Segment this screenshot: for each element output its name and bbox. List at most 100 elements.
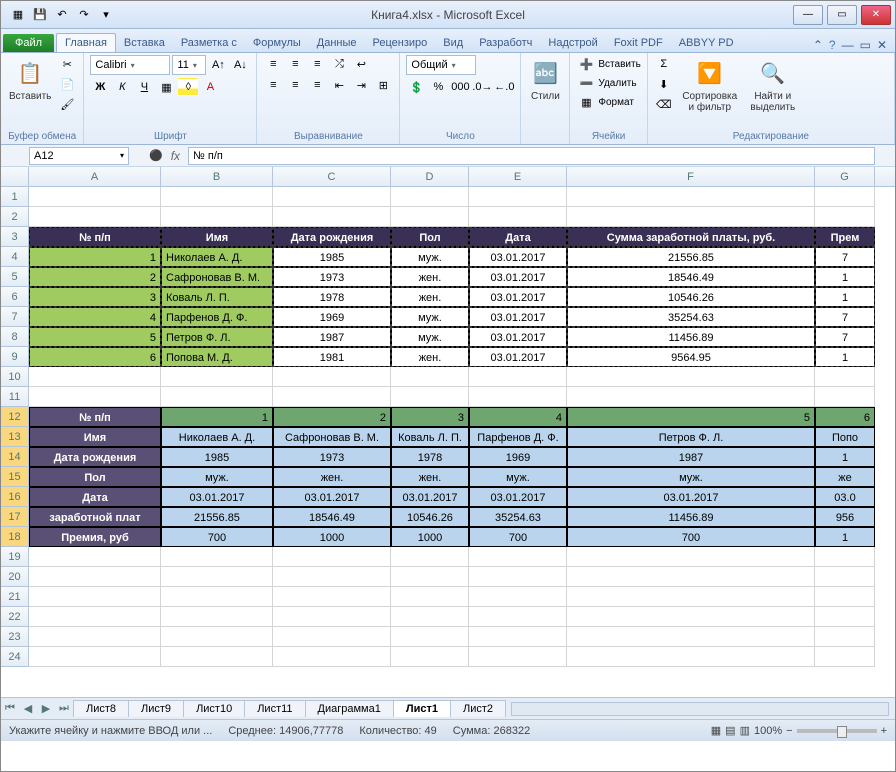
table-cell[interactable]: 3 [29,287,161,307]
col-header[interactable]: E [469,167,567,186]
cell[interactable] [161,187,273,207]
table-cell[interactable]: 1969 [273,307,391,327]
table-cell[interactable]: 1969 [469,447,567,467]
table-cell[interactable]: муж. [567,467,815,487]
table-cell[interactable]: 7 [815,307,875,327]
clear-button[interactable]: ⌫ [654,95,674,113]
cell[interactable] [273,607,391,627]
increase-decimal-button[interactable]: .0→ [472,78,492,96]
name-box[interactable]: A12 [29,147,129,165]
table-cell[interactable]: 5 [29,327,161,347]
table-cell[interactable]: 1 [815,447,875,467]
row-header[interactable]: 22 [1,607,29,627]
window-restore-icon[interactable]: ▭ [860,38,871,52]
table-cell[interactable]: 1 [815,287,875,307]
cell[interactable] [391,587,469,607]
window-min-icon[interactable]: — [842,38,854,52]
find-select-button[interactable]: 🔍 Найти и выделить [746,55,800,115]
table-cell[interactable]: 1987 [273,327,391,347]
tab-view[interactable]: Вид [435,34,471,52]
zoom-level[interactable]: 100% [754,725,782,737]
table-row-header[interactable]: Пол [29,467,161,487]
table-cell[interactable]: 1000 [273,527,391,547]
paste-button[interactable]: 📋 Вставить [7,55,53,104]
tab-addins[interactable]: Надстрой [540,34,605,52]
row-header[interactable]: 12 [1,407,29,427]
cell[interactable] [161,567,273,587]
row-header[interactable]: 23 [1,627,29,647]
wrap-text-button[interactable]: ↩ [351,55,371,73]
table-cell[interactable]: 3 [391,407,469,427]
table-cell[interactable]: муж. [161,467,273,487]
cell[interactable] [815,567,875,587]
table-cell[interactable]: 35254.63 [567,307,815,327]
table-cell[interactable]: 1981 [273,347,391,367]
table-cell[interactable]: Попо [815,427,875,447]
cell[interactable] [469,587,567,607]
cell[interactable] [815,387,875,407]
table-cell[interactable]: 03.0 [815,487,875,507]
row-header[interactable]: 10 [1,367,29,387]
table-cell[interactable]: 4 [469,407,567,427]
table-cell[interactable]: Парфенов Д. Ф. [161,307,273,327]
tab-layout[interactable]: Разметка с [173,34,245,52]
cell[interactable] [273,587,391,607]
cell[interactable] [815,607,875,627]
table-header[interactable]: Дата [469,227,567,247]
table-cell[interactable]: 03.01.2017 [469,287,567,307]
last-sheet-button[interactable]: ⏭ [55,702,73,715]
table-cell[interactable]: жен. [391,287,469,307]
table-cell[interactable]: Сафроновав В. М. [161,267,273,287]
cell[interactable] [161,647,273,667]
cell[interactable] [29,207,161,227]
cell[interactable] [469,387,567,407]
table-cell[interactable]: муж. [391,307,469,327]
align-middle-button[interactable]: ≡ [285,55,305,73]
row-header[interactable]: 14 [1,447,29,467]
table-cell[interactable]: 21556.85 [567,247,815,267]
row-header[interactable]: 7 [1,307,29,327]
formula-input[interactable]: № п/п [188,147,875,165]
table-cell[interactable]: 03.01.2017 [469,247,567,267]
cell[interactable] [567,207,815,227]
row-header[interactable]: 19 [1,547,29,567]
table-cell[interactable]: 03.01.2017 [161,487,273,507]
cell[interactable] [273,187,391,207]
cell[interactable] [391,387,469,407]
table-cell[interactable]: 1987 [567,447,815,467]
table-cell[interactable]: же [815,467,875,487]
row-header[interactable]: 1 [1,187,29,207]
table-cell[interactable]: 03.01.2017 [469,347,567,367]
table-cell[interactable]: муж. [391,327,469,347]
table-cell[interactable]: жен. [273,467,391,487]
fill-button[interactable]: ⬇ [654,75,674,93]
row-header[interactable]: 15 [1,467,29,487]
worksheet-grid[interactable]: A B C D E F G 123№ п/пИмяДата рожденияПо… [1,167,895,697]
underline-button[interactable]: Ч [134,78,154,96]
insert-cells-button[interactable]: ➕ [576,55,596,73]
cell[interactable] [161,367,273,387]
table-cell[interactable]: 1000 [391,527,469,547]
close-button[interactable]: ✕ [861,5,891,25]
font-color-button[interactable]: A [200,78,220,96]
table-header[interactable]: Пол [391,227,469,247]
table-cell[interactable]: Коваль Л. П. [391,427,469,447]
cell[interactable] [469,367,567,387]
currency-button[interactable]: 💲 [406,78,426,96]
zoom-in-button[interactable]: + [881,725,887,737]
table-cell[interactable]: 03.01.2017 [273,487,391,507]
table-header[interactable]: Дата рождения [273,227,391,247]
table-cell[interactable]: жен. [391,347,469,367]
borders-button[interactable]: ▦ [156,78,176,96]
table-cell[interactable]: 1978 [273,287,391,307]
col-header[interactable]: D [391,167,469,186]
table-cell[interactable]: 1 [815,267,875,287]
percent-button[interactable]: % [428,78,448,96]
autosum-button[interactable]: Σ [654,55,674,73]
file-tab[interactable]: Файл [3,34,54,52]
help-icon[interactable]: ? [829,38,836,52]
table-cell[interactable]: Сафроновав В. М. [273,427,391,447]
comma-button[interactable]: 000 [450,78,470,96]
fx-button[interactable]: fx [171,149,180,163]
tab-formulas[interactable]: Формулы [245,34,309,52]
